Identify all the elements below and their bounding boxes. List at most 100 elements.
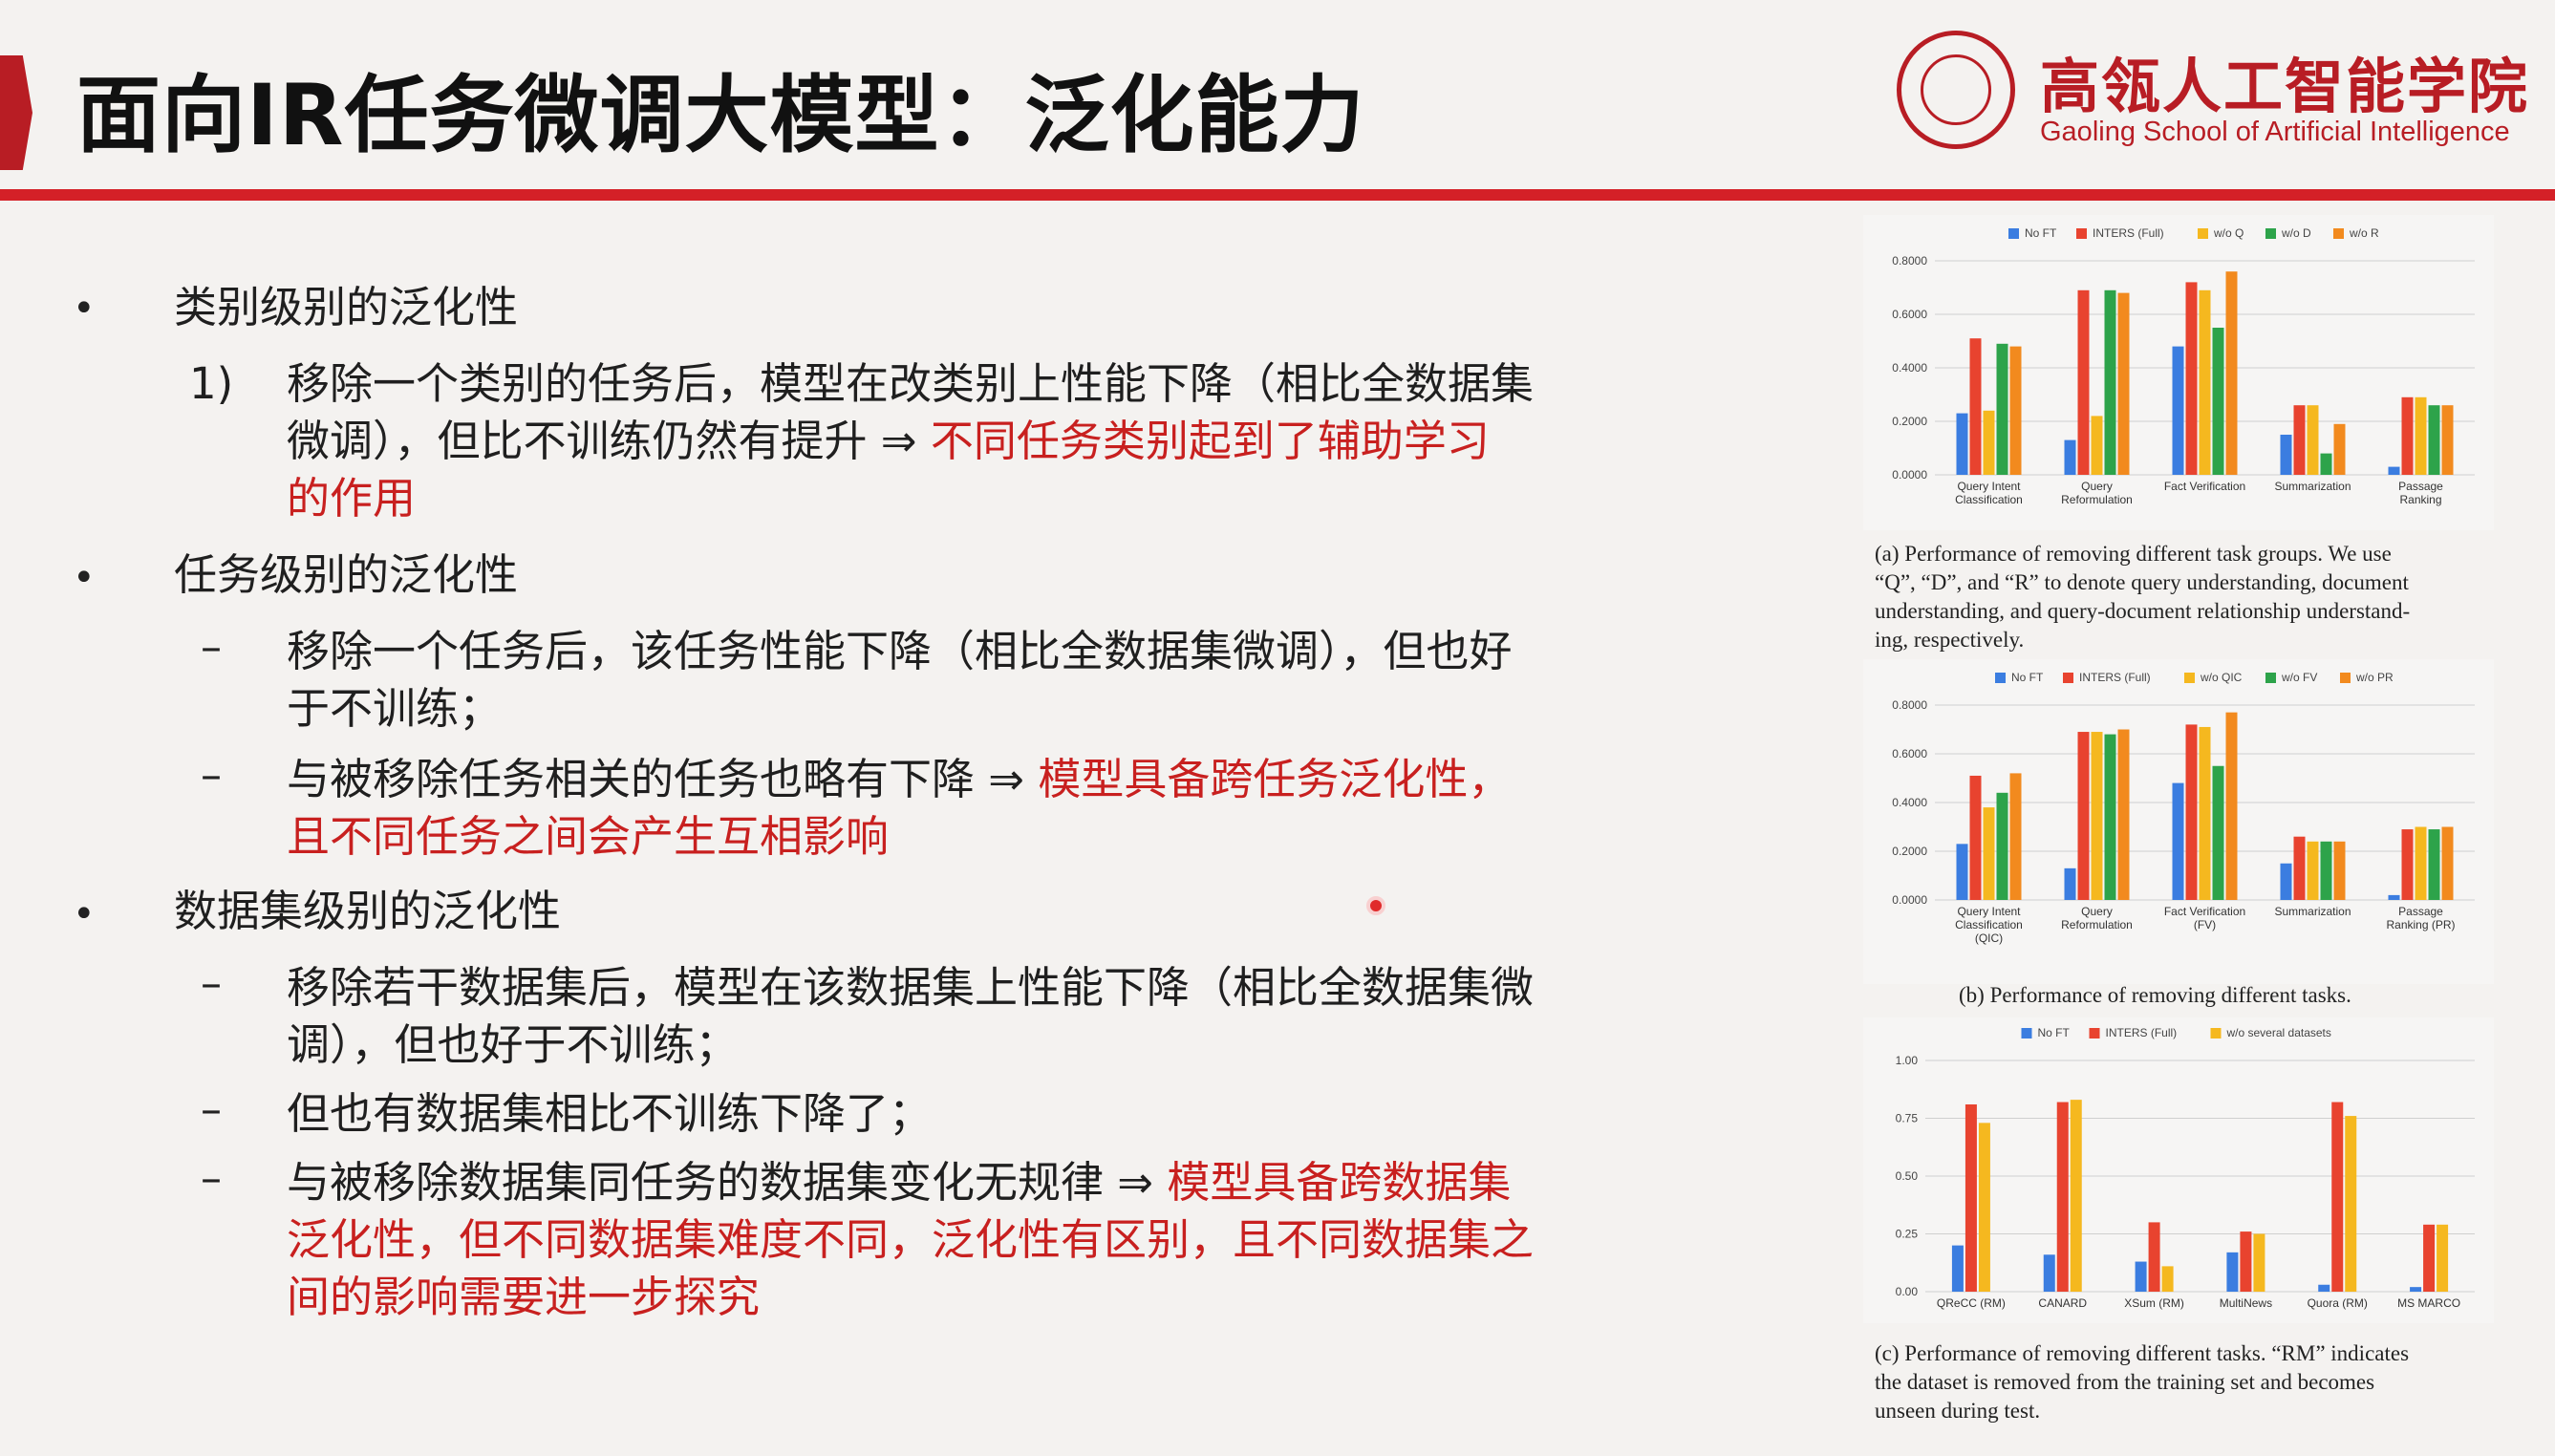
bar <box>2091 732 2103 900</box>
bar <box>2280 435 2292 475</box>
caption-b-line-1: (b) Performance of removing different ta… <box>1959 983 2351 1007</box>
legend-label: No FT <box>2025 226 2057 240</box>
section-2-heading: 任务级别的泛化性 <box>174 549 519 600</box>
category-label: Ranking (PR) <box>2386 918 2455 931</box>
caption-c-line-3: unseen during test. <box>1875 1399 2041 1423</box>
legend-swatch <box>2021 1028 2032 1038</box>
legend-label: w/o QIC <box>2200 671 2243 684</box>
category-label: Passage <box>2398 480 2443 493</box>
bar <box>2077 732 2090 900</box>
y-tick-label: 0.25 <box>1896 1228 1919 1241</box>
caption-a-line-4: ing, respectively. <box>1875 628 2025 652</box>
section-3-item-3-line-1: 与被移除数据集同任务的数据集变化无规律 ⇒ 模型具备跨数据集 <box>287 1154 1511 1211</box>
section-2-item-1-line-1: 移除一个任务后，该任务性能下降（相比全数据集微调），但也好 <box>287 626 1513 676</box>
bar <box>1965 1103 1977 1292</box>
bar <box>2318 1284 2330 1292</box>
section-2-item-2-line-1: 与被移除任务相关的任务也略有下降 ⇒ 模型具备跨任务泛化性， <box>287 751 1511 808</box>
category-label: Query Intent <box>1957 905 2021 918</box>
bar <box>2437 1224 2449 1292</box>
university-seal-icon <box>1897 31 2015 149</box>
section-3-item-1-line-2: 调），但也好于不训练； <box>287 1019 739 1070</box>
section-1-line-1: 移除一个类别的任务后，模型在改类别上性能下降（相比全数据集 <box>287 358 1535 409</box>
section-3-item-3-plain: 与被移除数据集同任务的数据集变化无规律 ⇒ <box>287 1157 1168 1208</box>
y-tick-label: 0.0000 <box>1892 468 1927 482</box>
bar <box>2415 826 2427 900</box>
legend-swatch <box>2063 673 2073 683</box>
bar <box>2148 1222 2160 1292</box>
bar <box>2410 1287 2422 1292</box>
section-1-heading: 类别级别的泛化性 <box>174 282 519 332</box>
category-label: Passage <box>2398 905 2443 918</box>
section-3-item-3-highlight: 模型具备跨数据集 <box>1167 1157 1512 1208</box>
bar <box>2117 292 2130 475</box>
bar <box>1969 775 1982 900</box>
chart-b: 0.0000 0.2000 0.4000 0.6000 0.8000 No FT INTER… <box>1892 671 2475 945</box>
bar <box>2077 289 2090 475</box>
bar <box>2056 1102 2069 1292</box>
legend-swatch <box>2210 1028 2222 1038</box>
caption-c: (c) Performance of removing different ta… <box>1875 1339 2409 1425</box>
y-tick-label: 0.4000 <box>1892 361 1927 375</box>
legend-label: w/o R <box>2349 226 2379 240</box>
legend-label: INTERS (Full) <box>2106 1026 2178 1039</box>
bar <box>2345 1116 2357 1292</box>
section-1-line-3: 的作用 <box>287 473 417 524</box>
legend-swatch <box>2333 228 2344 239</box>
category-label: Summarization <box>2274 905 2351 918</box>
category-label: MS MARCO <box>2397 1296 2460 1310</box>
legend-swatch <box>2076 228 2087 239</box>
category-label: Query <box>2081 905 2113 918</box>
category-label: Fact Verification <box>2164 905 2245 918</box>
dash-2-1: – <box>201 623 222 672</box>
bar <box>2320 453 2332 475</box>
category-label: Reformulation <box>2061 493 2133 506</box>
bar <box>2104 734 2116 900</box>
category-label: XSum (RM) <box>2124 1296 2184 1310</box>
bar <box>1978 1123 1990 1292</box>
bar <box>2070 1100 2082 1292</box>
bar <box>2043 1254 2055 1292</box>
y-tick-label: 0.8000 <box>1892 254 1927 268</box>
legend-label: INTERS (Full) <box>2079 671 2151 684</box>
bar <box>2172 782 2184 900</box>
bar <box>2307 841 2319 900</box>
caption-c-line-2: the dataset is removed from the training… <box>1875 1370 2375 1394</box>
y-tick-label: 0.2000 <box>1892 845 1927 858</box>
legend-label: INTERS (Full) <box>2093 226 2164 240</box>
caption-b: (b) Performance of removing different ta… <box>1959 981 2351 1010</box>
category-label: Fact Verification <box>2164 480 2245 493</box>
category-label: (FV) <box>2194 918 2216 931</box>
bar <box>2117 729 2130 900</box>
figure-b: 0.0000 0.2000 0.4000 0.6000 0.8000 No FT INTER… <box>1863 659 2494 984</box>
section-3-item-1-line-1: 移除若干数据集后，模型在该数据集上性能下降（相比全数据集微 <box>287 962 1535 1013</box>
slide-title: 面向IR任务微调大模型：泛化能力 <box>76 66 1365 164</box>
bar <box>2009 346 2022 475</box>
y-tick-label: 0.8000 <box>1892 698 1927 712</box>
bar <box>2199 289 2211 475</box>
bar <box>1956 844 1968 900</box>
legend-swatch <box>2008 228 2019 239</box>
legend-swatch <box>2265 228 2276 239</box>
chart-a: 0.0000 0.2000 0.4000 0.6000 0.8000 No FT INTER… <box>1892 226 2475 506</box>
y-tick-label: 0.50 <box>1896 1169 1919 1183</box>
section-1-line-2: 微调），但比不训练仍然有提升 ⇒ 不同任务类别起到了辅助学习 <box>287 413 1490 470</box>
bar <box>2212 765 2224 900</box>
bar <box>2212 328 2224 475</box>
bar <box>2199 726 2211 900</box>
category-label: Query Intent <box>1957 480 2021 493</box>
bar <box>2161 1266 2174 1292</box>
dash-3-1: – <box>201 959 222 1008</box>
bar <box>2320 841 2332 900</box>
bar <box>2388 466 2400 475</box>
bar <box>1996 343 2008 475</box>
legend-swatch <box>2198 228 2208 239</box>
bar <box>2401 829 2414 900</box>
legend-label: w/o FV <box>2281 671 2317 684</box>
bar <box>2415 396 2427 475</box>
bar <box>2441 826 2454 900</box>
bar <box>2064 867 2076 900</box>
bar <box>2428 829 2440 900</box>
laser-pointer-dot <box>1366 896 1385 915</box>
figure-a: 0.0000 0.2000 0.4000 0.6000 0.8000 No FT INTER… <box>1863 215 2494 530</box>
legend-label: No FT <box>2011 671 2044 684</box>
